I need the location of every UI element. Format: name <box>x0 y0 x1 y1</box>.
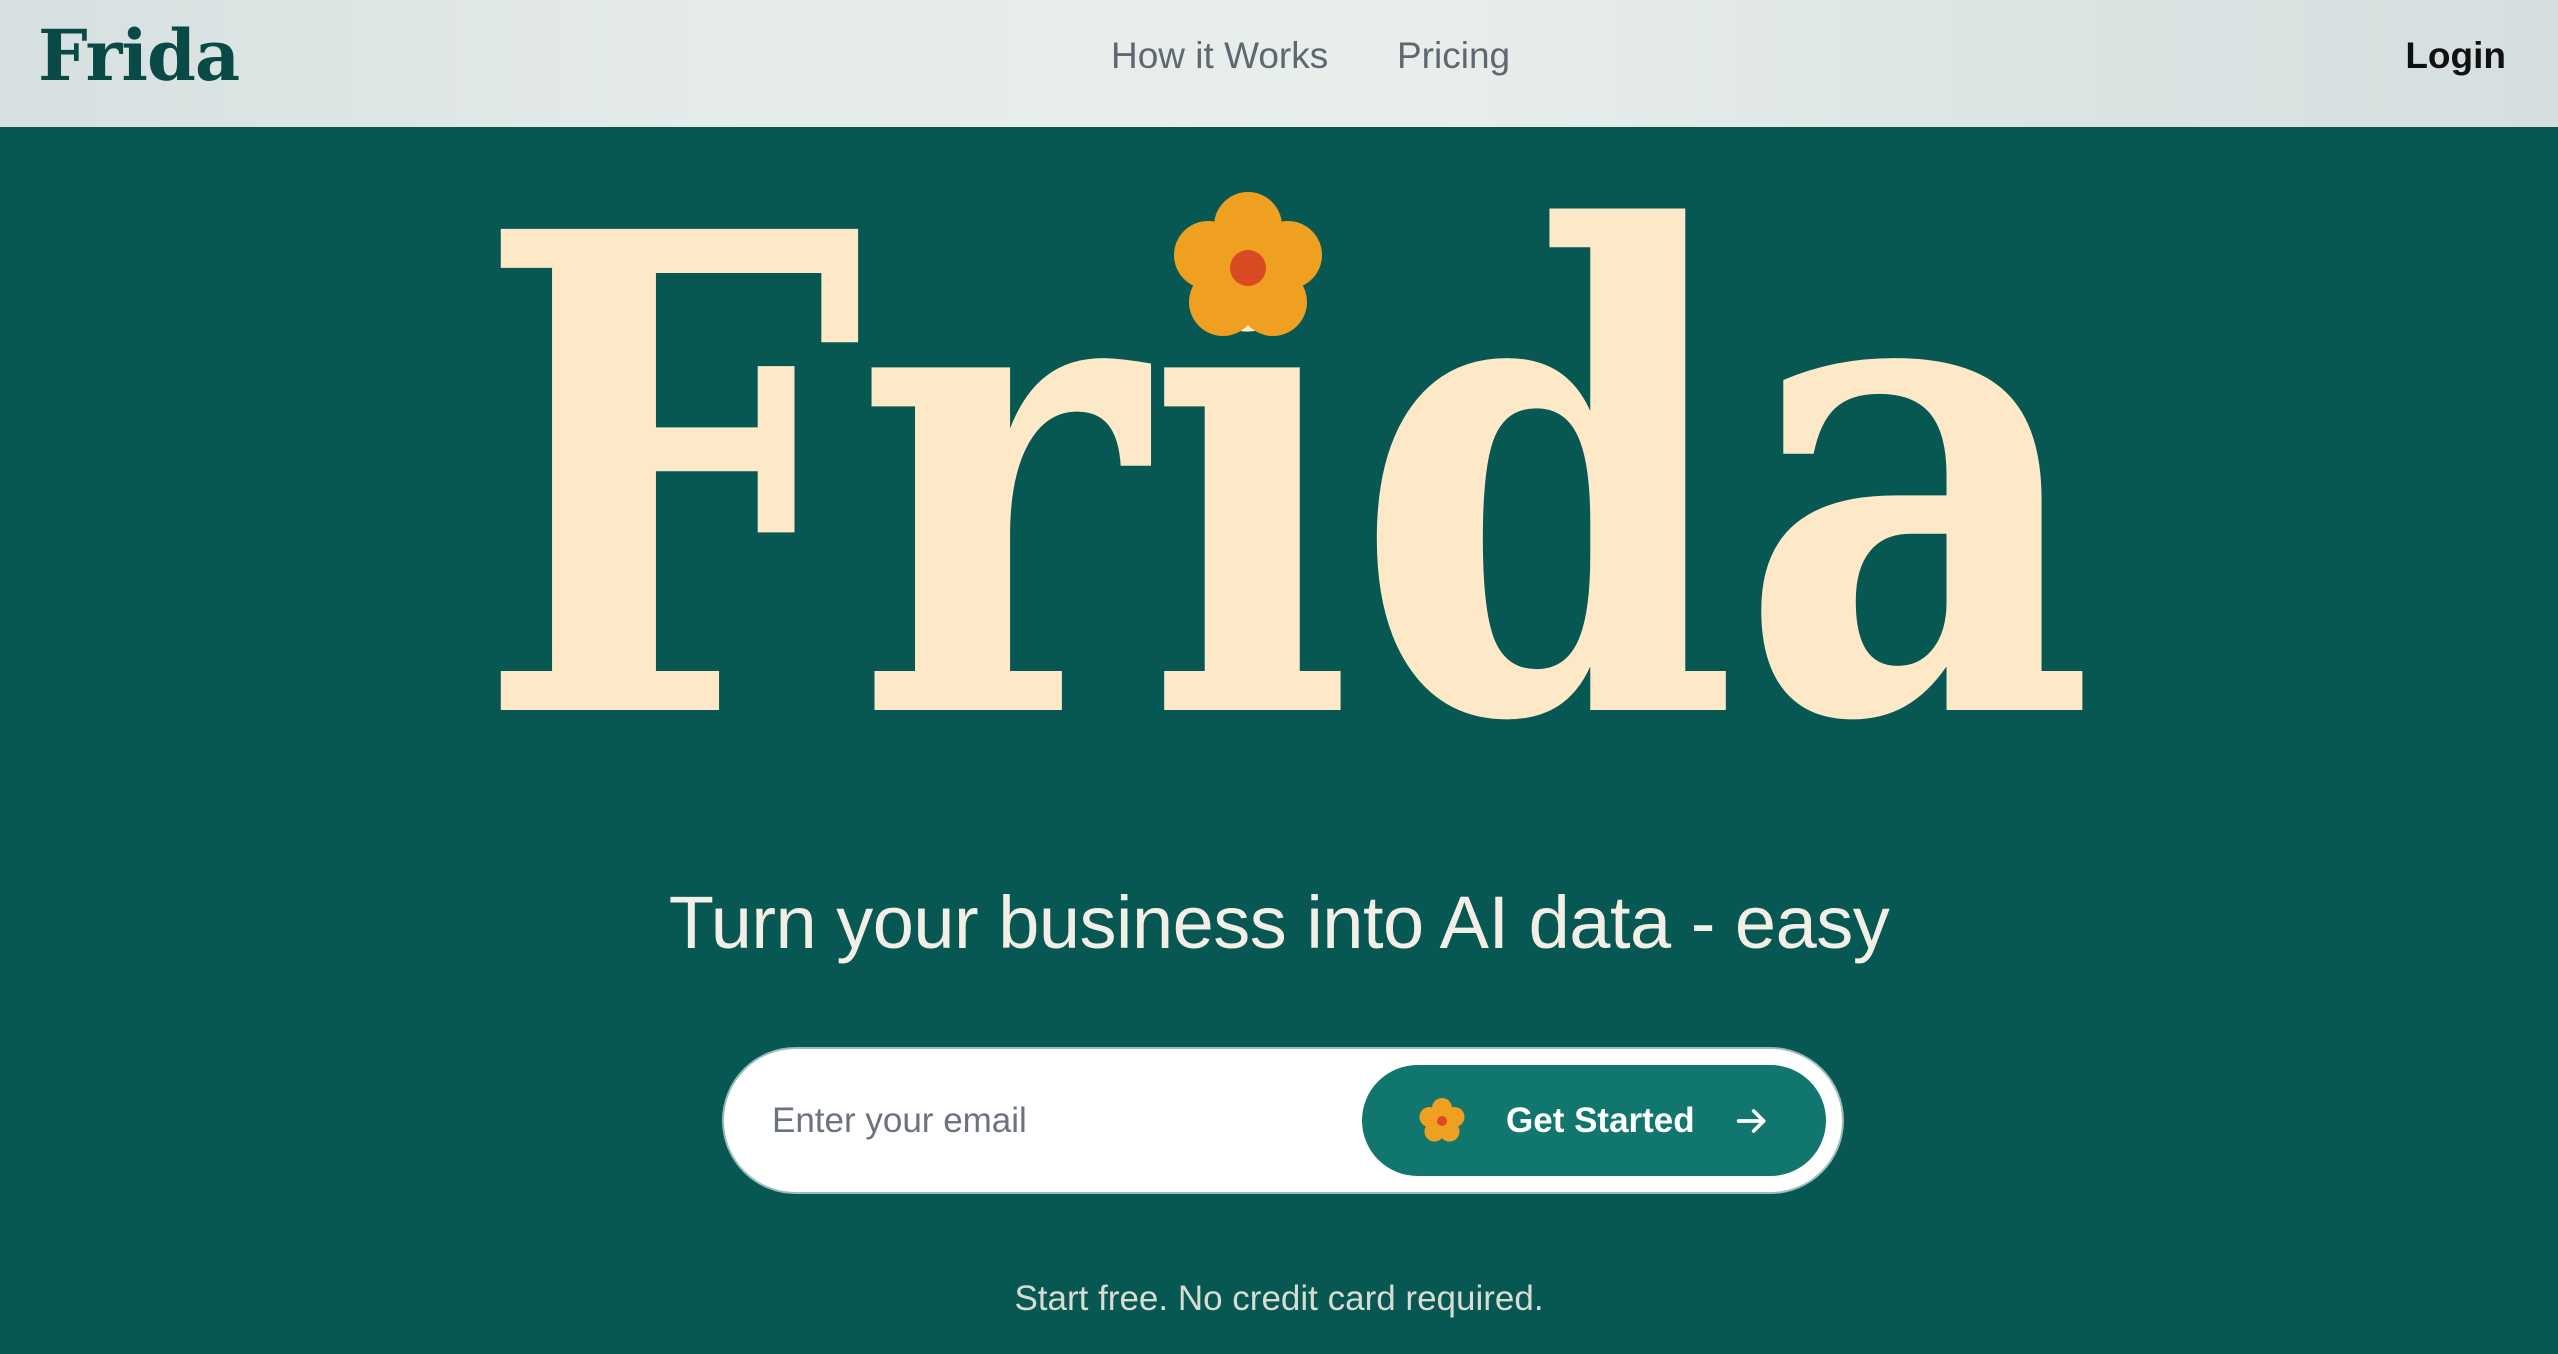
arrow-right-icon <box>1736 1109 1766 1133</box>
nav-link-how-it-works[interactable]: How it Works <box>1111 32 1328 80</box>
hero-headline: Turn your business into AI data - easy <box>668 881 1890 964</box>
signup-form: Get Started <box>724 1049 1842 1192</box>
top-navigation-bar: Frida How it Works Pricing Login <box>0 0 2558 127</box>
get-started-button[interactable]: Get Started <box>1362 1065 1826 1176</box>
login-link[interactable]: Login <box>2405 32 2506 80</box>
hero-wordmark-text: Frida <box>475 120 2095 740</box>
nav-link-pricing[interactable]: Pricing <box>1397 32 1510 80</box>
signup-note: Start free. No credit card required. <box>1014 1279 1544 1318</box>
email-input[interactable] <box>770 1085 1334 1157</box>
hero-wordmark: Frida <box>475 120 2095 740</box>
brand-logo[interactable]: Frida <box>38 14 240 98</box>
flower-icon <box>1419 1098 1465 1142</box>
get-started-label: Get Started <box>1506 1101 1695 1140</box>
